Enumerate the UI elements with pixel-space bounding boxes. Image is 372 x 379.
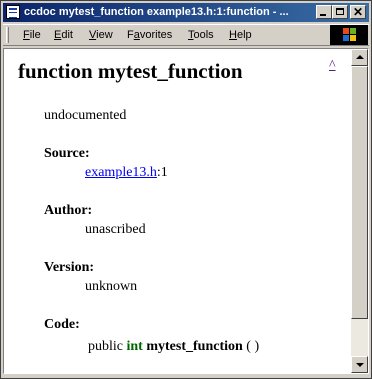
code-params: ( ) (246, 339, 260, 354)
menu-favorites[interactable]: Favorites (127, 28, 172, 42)
author-label: Author: (44, 203, 93, 218)
code-label: Code: (44, 317, 80, 332)
toolbar-grip[interactable] (6, 27, 9, 43)
version-label: Version: (44, 260, 95, 275)
author-value: unascribed (85, 222, 146, 237)
source-value: example13.h:1 (85, 165, 168, 181)
browser-window: ccdoc mytest_function example13.h:1:func… (0, 0, 372, 379)
maximize-icon (336, 8, 344, 15)
document-icon[interactable] (6, 5, 20, 19)
menu-edit[interactable]: Edit (54, 28, 73, 42)
window-title: ccdoc mytest_function example13.h:1:func… (24, 6, 289, 18)
menu-help[interactable]: Help (229, 28, 252, 42)
menu-bar: File Edit View Favorites Tools Help (3, 24, 369, 46)
source-line: :1 (156, 165, 168, 180)
scroll-down-button[interactable] (351, 356, 368, 373)
page-title: function mytest_function (18, 59, 243, 83)
windows-flag-icon (343, 28, 357, 42)
menu-tools[interactable]: Tools (188, 28, 214, 42)
menu-view[interactable]: View (89, 28, 113, 42)
code-signature: public int mytest_function ( ) (88, 339, 259, 355)
up-link[interactable]: ^ (329, 58, 336, 74)
menu-file[interactable]: File (23, 28, 41, 42)
description-text: undocumented (44, 108, 127, 123)
maximize-button[interactable] (332, 5, 348, 19)
code-modifier: public (88, 339, 123, 354)
content-frame: function mytest_function ^ undocumented … (3, 48, 369, 374)
vertical-scrollbar[interactable] (351, 49, 368, 373)
close-button[interactable]: ✕ (350, 5, 366, 19)
close-icon: ✕ (352, 5, 364, 19)
source-file-link[interactable]: example13.h (85, 165, 157, 180)
windows-logo (330, 25, 368, 45)
document-view: function mytest_function ^ undocumented … (4, 49, 350, 373)
scroll-up-button[interactable] (351, 49, 368, 66)
minimize-button[interactable] (316, 5, 332, 19)
code-function-name: mytest_function (146, 339, 243, 354)
scroll-thumb[interactable] (351, 66, 368, 319)
minimize-icon (320, 14, 326, 16)
version-value: unknown (85, 279, 138, 294)
source-label: Source: (44, 146, 90, 161)
code-type: int (126, 339, 143, 354)
arrow-up-icon (356, 55, 364, 59)
arrow-down-icon (356, 363, 364, 367)
title-bar[interactable]: ccdoc mytest_function example13.h:1:func… (3, 3, 369, 22)
